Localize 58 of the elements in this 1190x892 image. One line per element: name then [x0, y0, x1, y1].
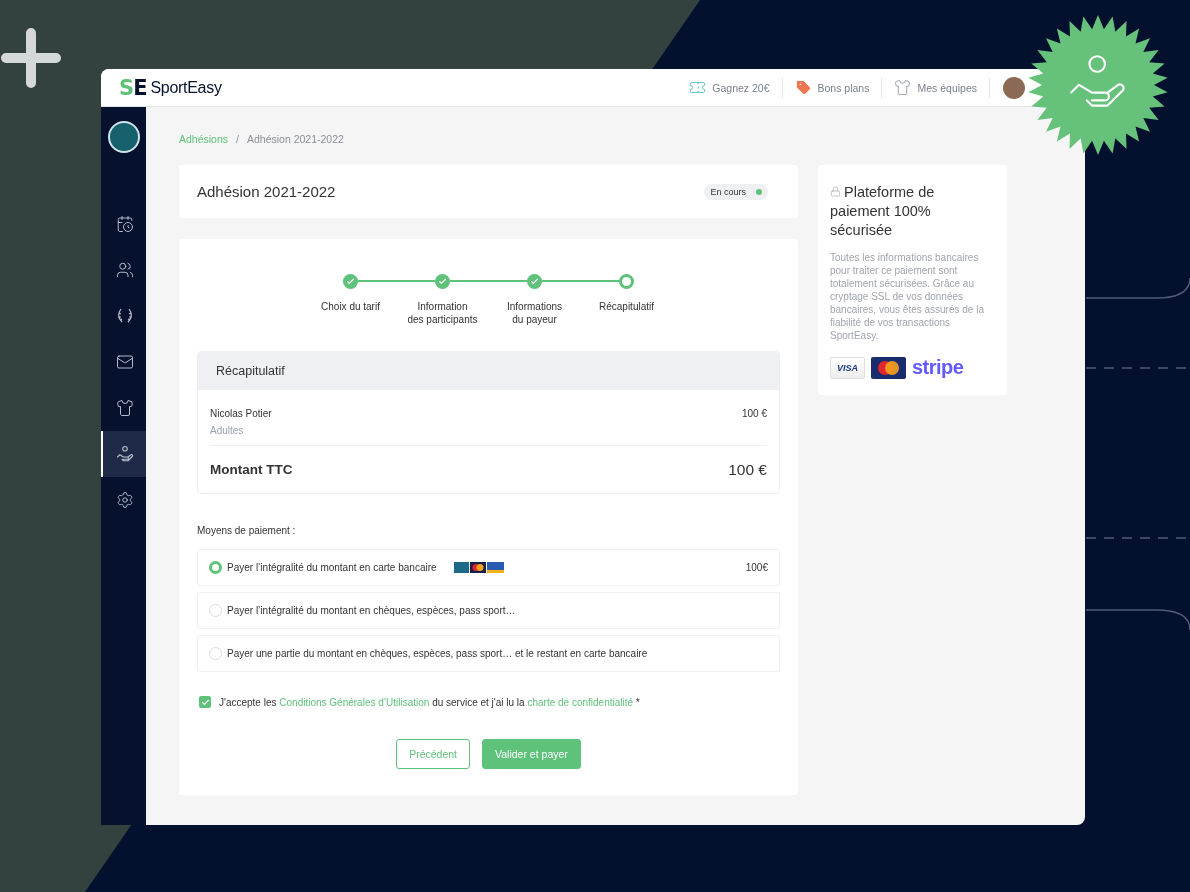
radio-button[interactable] — [209, 647, 222, 660]
laurel-icon — [115, 307, 134, 325]
summary-header: Récapitulatif — [198, 352, 779, 390]
avatar[interactable] — [1003, 76, 1025, 99]
security-text: Toutes les informations bancaires pour traiter ce paiement sont totalement sécurisées. Grâce au cryptage SSL de vos données bancaires, vous êtes assurés de la fiabilité de vos transactions SportEasy. — [830, 251, 985, 342]
calendar-icon — [115, 215, 134, 233]
security-title: Plateforme de paiement 100% sécurisée — [830, 183, 936, 240]
participant-name: Nicolas Potier — [210, 408, 272, 419]
line-amount: 100 € — [741, 408, 767, 421]
header-link[interactable]: Mes équipes — [882, 77, 990, 98]
visa-logo: VISA — [830, 356, 865, 379]
lock-icon — [830, 186, 841, 197]
breadcrumb-current: Adhésion 2021-2022 — [246, 133, 344, 145]
breadcrumb-separator: / — [236, 133, 239, 145]
previous-button[interactable]: Précédent — [396, 739, 471, 769]
club-logo — [107, 121, 140, 153]
logo-name: SportEasy — [150, 78, 222, 97]
option-label: Payer l’intégralité du montant en carte bancaire — [227, 562, 437, 573]
mail-icon — [115, 353, 134, 371]
sidebar-item[interactable] — [101, 431, 146, 477]
payment-label: Moyens de paiement : — [197, 525, 297, 536]
terms-text: J'accepte les Conditions Générales d’Utilisation du service et j'ai lu la charte de confidentialité * — [219, 696, 640, 708]
hand-holding-person-icon — [115, 445, 134, 463]
checkbox[interactable] — [199, 696, 211, 708]
step-label: Information des participants — [407, 300, 478, 326]
option-label: Payer l’intégralité du montant en chèques, espèces, pass sport… — [227, 605, 516, 616]
header-link[interactable]: Bons plans — [782, 77, 883, 98]
option-label: Payer une partie du montant en chèques, espèces, pass sport… et le restant en carte bancaire — [227, 648, 648, 659]
stripe-logo: stripe — [912, 356, 964, 379]
check-icon — [200, 697, 210, 707]
radio-button[interactable] — [209, 561, 222, 574]
people-icon — [115, 261, 134, 279]
payment-option[interactable]: Payer l’intégralité du montant en chèques, espèces, pass sport… — [197, 592, 780, 629]
radio-button[interactable] — [209, 604, 222, 617]
payment-option[interactable]: Payer l’intégralité du montant en carte bancaire 100€ — [197, 549, 780, 586]
logo-mark: SE — [119, 75, 147, 100]
shirt-icon — [894, 79, 912, 96]
plus-icon — [1, 28, 61, 88]
mastercard-logo — [871, 356, 906, 379]
step-label: Informations du payeur — [507, 300, 562, 326]
privacy-link[interactable]: charte de confidentialité — [527, 696, 634, 708]
terms-link[interactable]: Conditions Générales d’Utilisation — [279, 696, 430, 708]
participant-category: Adultes — [210, 425, 245, 436]
settings-icon — [115, 491, 134, 509]
option-amount: 100€ — [745, 562, 768, 573]
step-label: Récapitulatif — [599, 300, 654, 313]
tag-icon — [794, 79, 812, 96]
total-amount: 100 € — [728, 460, 767, 479]
total-label: Montant TTC — [210, 462, 293, 477]
payment-option[interactable]: Payer une partie du montant en chèques, espèces, pass sport… et le restant en carte bancaire — [197, 635, 780, 672]
page-title: Adhésion 2021-2022 — [197, 183, 336, 200]
step-label: Choix du tarif — [321, 300, 380, 313]
status-dot — [756, 188, 762, 195]
header-link[interactable]: Gagnez 20€ — [677, 77, 783, 98]
shirt-icon — [115, 399, 134, 417]
validate-pay-button[interactable]: Valider et payer — [482, 739, 581, 769]
ticket-icon — [689, 79, 707, 96]
status-label: En cours — [710, 186, 746, 197]
